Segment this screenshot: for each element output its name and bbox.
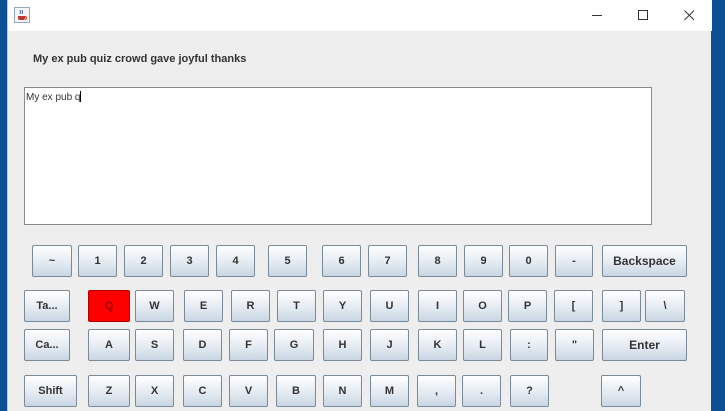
key-tilde[interactable]: ~	[32, 245, 72, 277]
key-m[interactable]: M	[370, 375, 409, 407]
typed-text: My ex pub q	[26, 92, 81, 103]
key-enter[interactable]: Enter	[602, 329, 687, 361]
key-backslash[interactable]: \	[645, 290, 685, 322]
desktop-edge-left	[0, 0, 7, 411]
key-k[interactable]: K	[418, 329, 457, 361]
key-j[interactable]: J	[370, 329, 409, 361]
key-f[interactable]: F	[229, 329, 268, 361]
key-r[interactable]: R	[231, 290, 270, 322]
key-tab[interactable]: Ta...	[24, 290, 70, 322]
key-left-bracket[interactable]: [	[554, 290, 593, 322]
prompt-sentence: My ex pub quiz crowd gave joyful thanks	[33, 53, 247, 65]
key-b[interactable]: B	[276, 375, 316, 407]
key-quote[interactable]: "	[555, 329, 594, 361]
key-1[interactable]: 1	[78, 245, 117, 277]
key-e[interactable]: E	[184, 290, 223, 322]
key-9[interactable]: 9	[464, 245, 503, 277]
typing-text-area[interactable]: My ex pub q	[24, 87, 652, 225]
key-6[interactable]: 6	[322, 245, 361, 277]
key-s[interactable]: S	[135, 329, 174, 361]
key-q[interactable]: Q	[88, 290, 130, 322]
minimize-button[interactable]	[574, 0, 620, 31]
key-7[interactable]: 7	[368, 245, 407, 277]
key-t[interactable]: T	[277, 290, 316, 322]
maximize-button[interactable]	[620, 0, 666, 31]
key-h[interactable]: H	[323, 329, 362, 361]
key-n[interactable]: N	[323, 375, 362, 407]
key-x[interactable]: X	[135, 375, 174, 407]
key-w[interactable]: W	[135, 290, 174, 322]
key-question-mark[interactable]: ?	[510, 375, 549, 407]
key-y[interactable]: Y	[323, 290, 362, 322]
key-i[interactable]: I	[418, 290, 457, 322]
title-bar[interactable]	[8, 0, 712, 31]
key-right-bracket[interactable]: ]	[602, 290, 641, 322]
key-g[interactable]: G	[274, 329, 314, 361]
key-l[interactable]: L	[463, 329, 502, 361]
key-5[interactable]: 5	[268, 245, 307, 277]
key-backspace[interactable]: Backspace	[602, 245, 687, 277]
key-3[interactable]: 3	[170, 245, 209, 277]
key-comma[interactable]: ,	[417, 375, 456, 407]
maximize-icon	[638, 10, 648, 20]
key-c[interactable]: C	[183, 375, 222, 407]
key-a[interactable]: A	[88, 329, 130, 361]
key-4[interactable]: 4	[216, 245, 255, 277]
key-u[interactable]: U	[370, 290, 409, 322]
key-8[interactable]: 8	[418, 245, 457, 277]
key-period[interactable]: .	[462, 375, 501, 407]
key-up-arrow[interactable]: ^	[601, 375, 641, 407]
key-o[interactable]: O	[463, 290, 502, 322]
keyboard-window: My ex pub quiz crowd gave joyful thanks …	[7, 0, 712, 411]
key-0[interactable]: 0	[509, 245, 548, 277]
key-caps-lock[interactable]: Ca...	[24, 329, 70, 361]
java-cup-icon	[14, 7, 30, 23]
key-colon[interactable]: :	[510, 329, 548, 361]
minimize-icon	[592, 15, 602, 16]
key-2[interactable]: 2	[124, 245, 163, 277]
desktop-edge-right	[711, 0, 725, 411]
close-button[interactable]	[666, 0, 712, 31]
close-icon	[684, 10, 695, 21]
key-p[interactable]: P	[508, 290, 547, 322]
key-d[interactable]: D	[183, 329, 222, 361]
key-shift[interactable]: Shift	[24, 375, 77, 407]
key-minus[interactable]: -	[555, 245, 593, 277]
key-v[interactable]: V	[229, 375, 268, 407]
key-z[interactable]: Z	[88, 375, 130, 407]
text-caret	[80, 91, 82, 102]
